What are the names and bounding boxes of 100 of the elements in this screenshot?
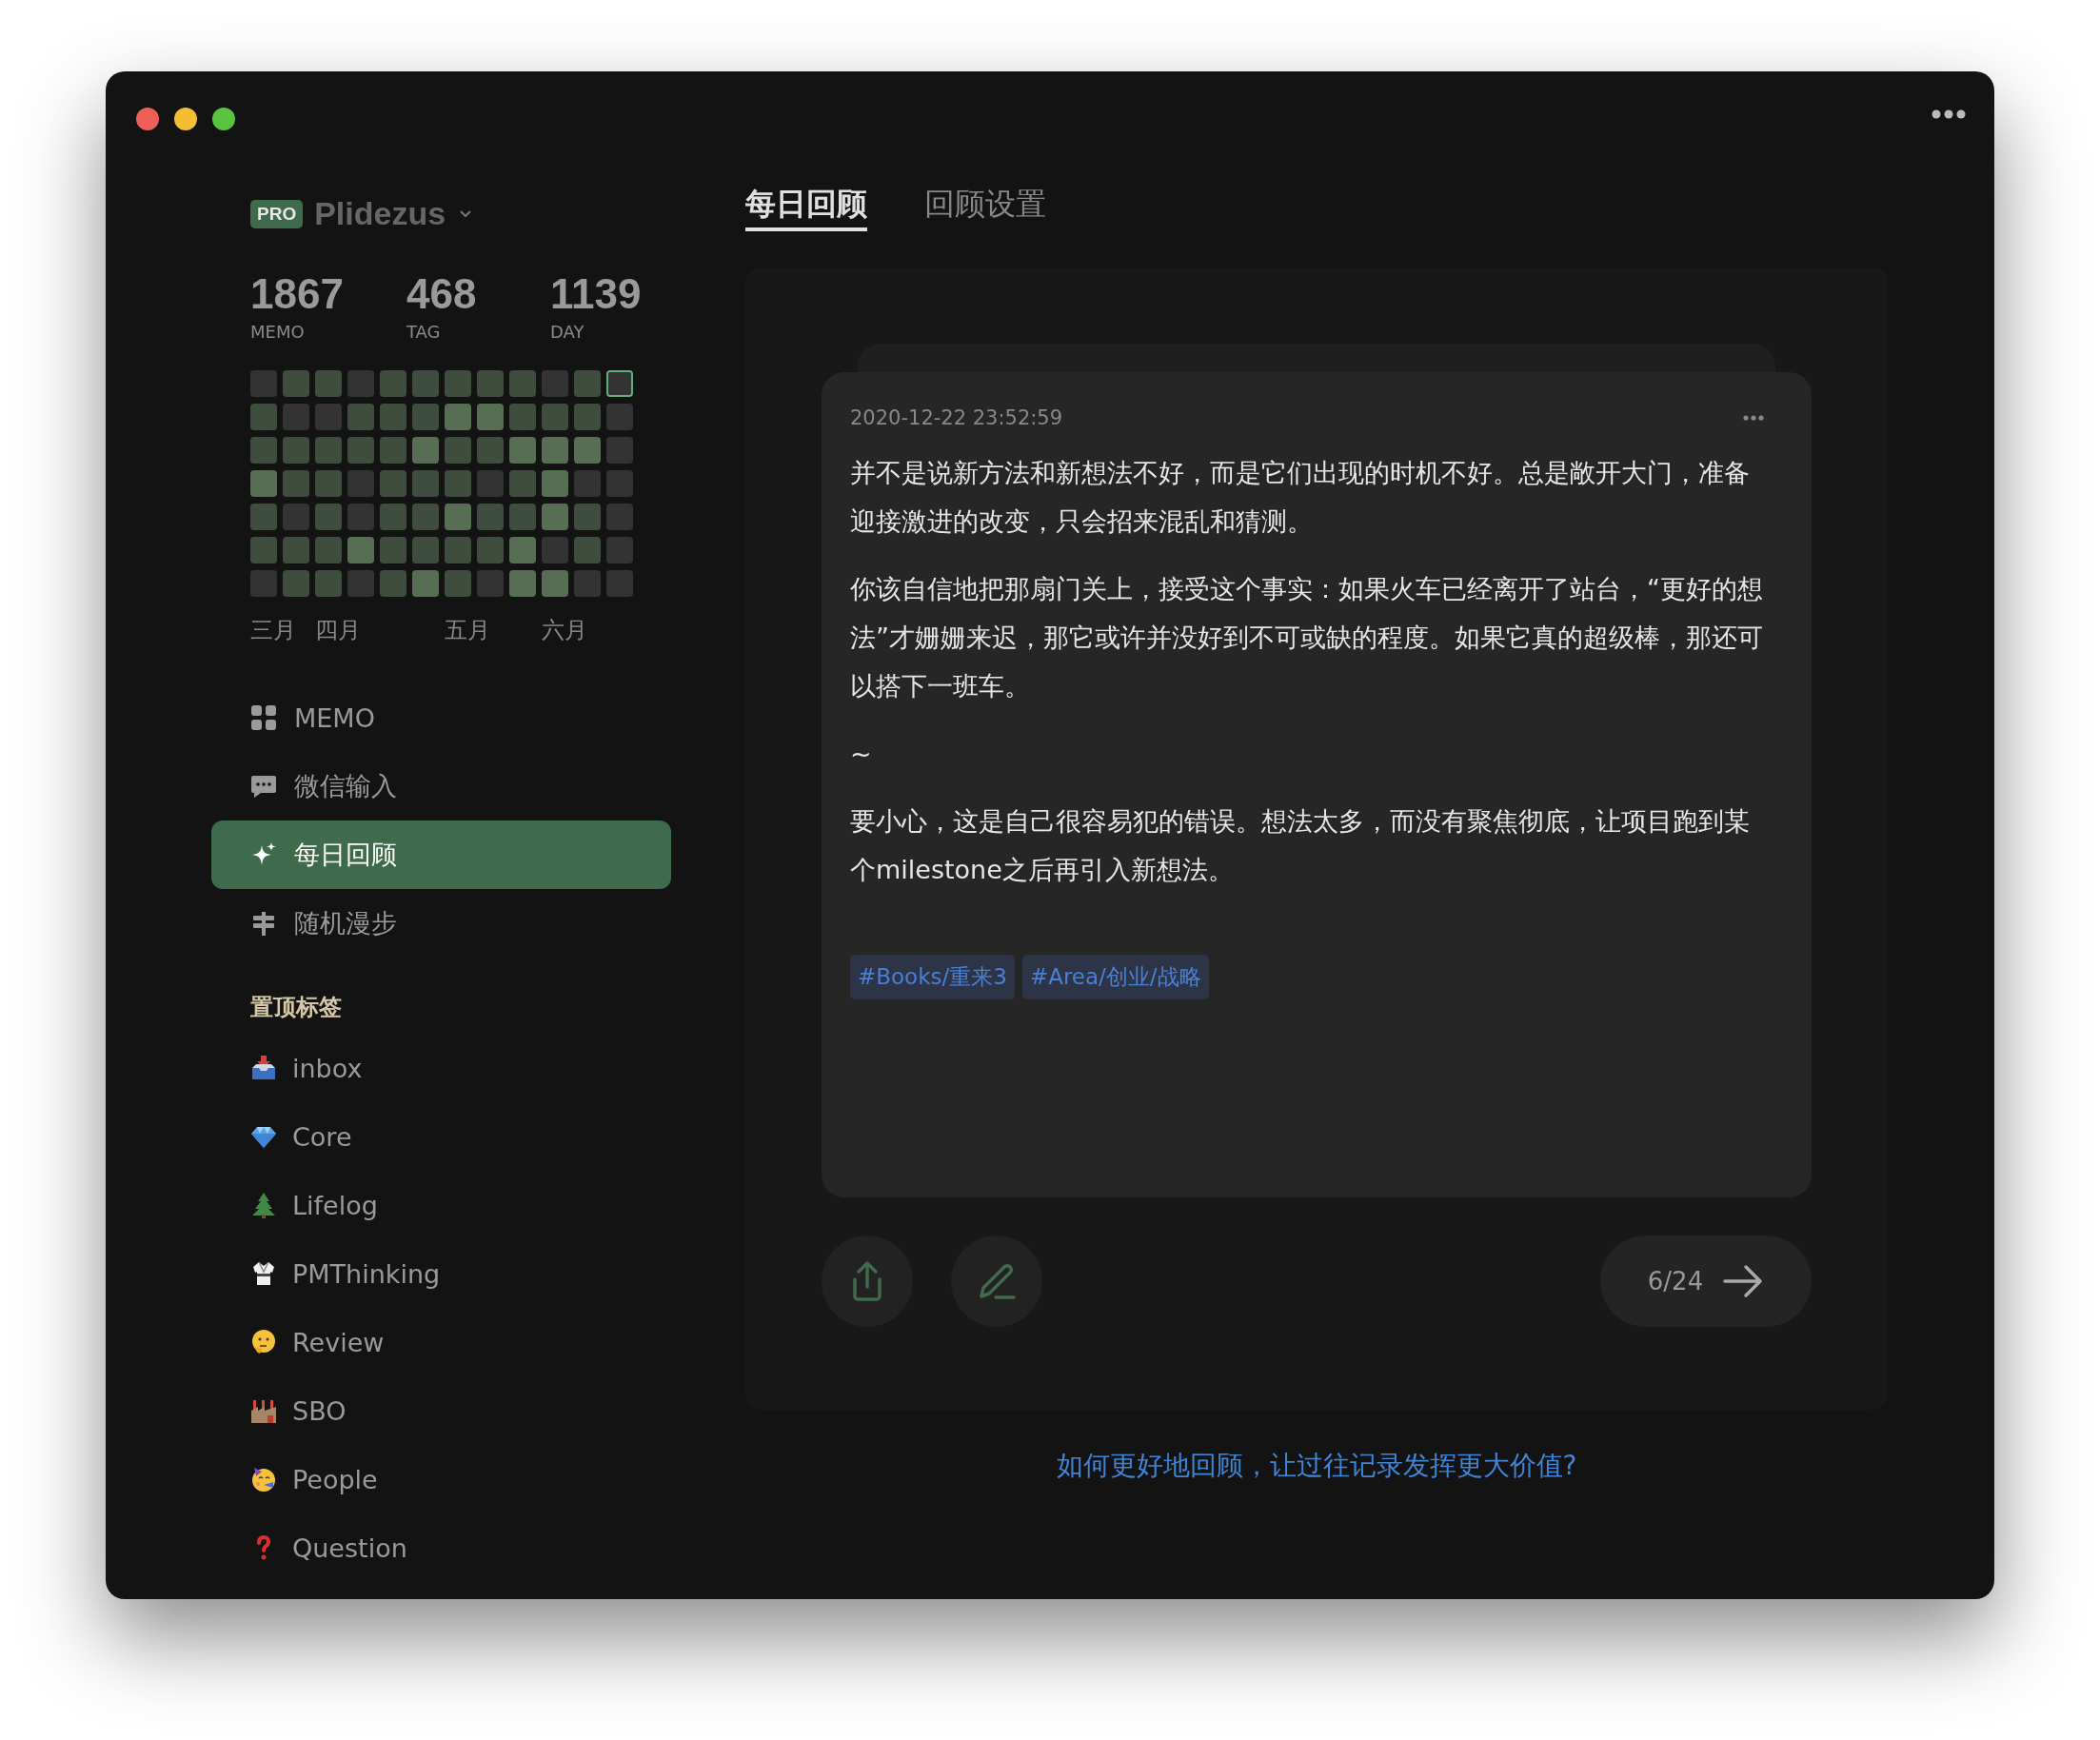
heatmap-cell[interactable] xyxy=(574,437,601,465)
tag-item[interactable]: Lifelog xyxy=(211,1171,671,1240)
heatmap-cell[interactable] xyxy=(412,570,439,598)
tab[interactable]: 回顾设置 xyxy=(924,184,1046,231)
heatmap-cell[interactable] xyxy=(477,470,504,498)
tag-item[interactable]: PMThinking xyxy=(211,1239,671,1309)
heatmap-cell[interactable] xyxy=(250,370,277,398)
heatmap-cell[interactable] xyxy=(509,470,536,498)
tag-item[interactable]: People xyxy=(211,1445,671,1514)
heatmap-cell[interactable] xyxy=(380,504,406,531)
heatmap-cell[interactable] xyxy=(283,537,309,564)
heatmap-cell[interactable] xyxy=(412,404,439,431)
heatmap-cell[interactable] xyxy=(250,537,277,564)
heatmap-cell[interactable] xyxy=(606,570,633,598)
heatmap-cell[interactable] xyxy=(606,404,633,431)
heatmap-cell[interactable] xyxy=(445,404,471,431)
heatmap-cell[interactable] xyxy=(412,370,439,398)
heatmap-cell[interactable] xyxy=(477,404,504,431)
heatmap-cell[interactable] xyxy=(347,404,374,431)
heatmap-cell[interactable] xyxy=(283,570,309,598)
heatmap-cell[interactable] xyxy=(606,370,633,398)
heatmap-cell[interactable] xyxy=(445,570,471,598)
heatmap-cell[interactable] xyxy=(412,537,439,564)
heatmap-cell[interactable] xyxy=(380,404,406,431)
heatmap-cell[interactable] xyxy=(509,504,536,531)
heatmap-cell[interactable] xyxy=(380,537,406,564)
zoom-button[interactable] xyxy=(212,108,235,130)
heatmap-cell[interactable] xyxy=(445,504,471,531)
heatmap-cell[interactable] xyxy=(445,437,471,465)
heatmap-cell[interactable] xyxy=(250,504,277,531)
heatmap-cell[interactable] xyxy=(477,504,504,531)
heatmap-cell[interactable] xyxy=(606,537,633,564)
heatmap-cell[interactable] xyxy=(574,537,601,564)
heatmap-cell[interactable] xyxy=(445,537,471,564)
heatmap-cell[interactable] xyxy=(315,404,342,431)
heatmap-cell[interactable] xyxy=(509,370,536,398)
heatmap-cell[interactable] xyxy=(315,370,342,398)
more-icon[interactable] xyxy=(1932,109,1966,119)
heatmap-cell[interactable] xyxy=(380,370,406,398)
heatmap-cell[interactable] xyxy=(412,504,439,531)
heatmap-cell[interactable] xyxy=(412,470,439,498)
heatmap-cell[interactable] xyxy=(250,570,277,598)
heatmap-cell[interactable] xyxy=(542,537,568,564)
heatmap-cell[interactable] xyxy=(380,570,406,598)
heatmap-cell[interactable] xyxy=(380,437,406,465)
heatmap-cell[interactable] xyxy=(574,570,601,598)
next-button[interactable]: 6/24 xyxy=(1600,1236,1812,1327)
tag-item[interactable]: Core xyxy=(211,1102,671,1172)
heatmap-cell[interactable] xyxy=(380,470,406,498)
heatmap-cell[interactable] xyxy=(283,437,309,465)
tag-item[interactable]: inbox xyxy=(211,1034,671,1103)
heatmap-cell[interactable] xyxy=(347,470,374,498)
heatmap-cell[interactable] xyxy=(283,504,309,531)
heatmap-cell[interactable] xyxy=(283,470,309,498)
heatmap-cell[interactable] xyxy=(606,504,633,531)
heatmap-cell[interactable] xyxy=(477,570,504,598)
heatmap-cell[interactable] xyxy=(283,404,309,431)
heatmap-cell[interactable] xyxy=(347,437,374,465)
heatmap-cell[interactable] xyxy=(250,470,277,498)
heatmap-cell[interactable] xyxy=(542,504,568,531)
nav-item[interactable]: 每日回顾 xyxy=(211,821,671,890)
heatmap-cell[interactable] xyxy=(574,504,601,531)
minimize-button[interactable] xyxy=(174,108,197,130)
heatmap-cell[interactable] xyxy=(509,404,536,431)
heatmap-cell[interactable] xyxy=(509,437,536,465)
tag-item[interactable]: SBO xyxy=(211,1376,671,1446)
heatmap-cell[interactable] xyxy=(347,504,374,531)
heatmap-cell[interactable] xyxy=(250,437,277,465)
nav-item[interactable]: 随机漫步 xyxy=(211,889,671,959)
heatmap-cell[interactable] xyxy=(509,570,536,598)
heatmap-cell[interactable] xyxy=(347,370,374,398)
nav-item[interactable]: 微信输入 xyxy=(211,752,671,821)
tab[interactable]: 每日回顾 xyxy=(745,184,867,231)
heatmap-cell[interactable] xyxy=(574,470,601,498)
heatmap-cell[interactable] xyxy=(477,437,504,465)
heatmap-cell[interactable] xyxy=(412,437,439,465)
close-button[interactable] xyxy=(136,108,159,130)
heatmap-cell[interactable] xyxy=(477,370,504,398)
heatmap-cell[interactable] xyxy=(315,537,342,564)
heatmap-cell[interactable] xyxy=(574,404,601,431)
help-link[interactable]: 如何更好地回顾，让过往记录发挥更大价值? xyxy=(1056,1448,1577,1484)
more-icon[interactable] xyxy=(1743,415,1764,421)
heatmap-cell[interactable] xyxy=(315,437,342,465)
heatmap-cell[interactable] xyxy=(315,470,342,498)
heatmap-cell[interactable] xyxy=(477,537,504,564)
heatmap-cell[interactable] xyxy=(542,404,568,431)
heatmap-cell[interactable] xyxy=(445,370,471,398)
nav-item[interactable]: MEMO xyxy=(211,683,671,753)
heatmap-cell[interactable] xyxy=(509,537,536,564)
heatmap-cell[interactable] xyxy=(315,504,342,531)
heatmap-cell[interactable] xyxy=(542,370,568,398)
tag-item[interactable]: Question xyxy=(211,1513,671,1583)
heatmap-cell[interactable] xyxy=(445,470,471,498)
heatmap-cell[interactable] xyxy=(315,570,342,598)
heatmap-cell[interactable] xyxy=(347,570,374,598)
heatmap-cell[interactable] xyxy=(574,370,601,398)
heatmap-cell[interactable] xyxy=(542,470,568,498)
heatmap-cell[interactable] xyxy=(250,404,277,431)
heatmap-cell[interactable] xyxy=(347,537,374,564)
heatmap-cell[interactable] xyxy=(542,437,568,465)
